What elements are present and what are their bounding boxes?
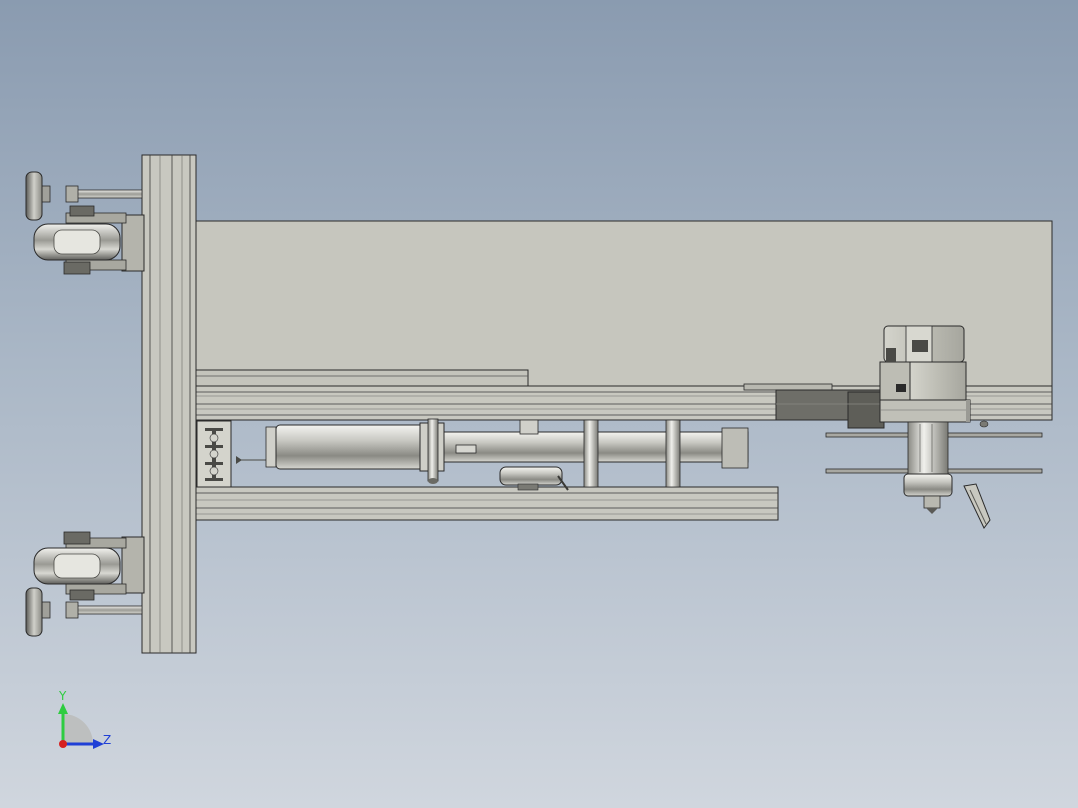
triad-x-axis — [59, 740, 67, 748]
top-caster-wheel[interactable] — [33, 205, 145, 275]
triad-y-arrow — [58, 703, 68, 714]
upper-rail[interactable] — [195, 369, 529, 387]
bottom-caster-wheel[interactable] — [33, 531, 145, 601]
clamp-lever[interactable] — [963, 483, 991, 529]
triad-y-label: Y — [58, 689, 67, 703]
cad-viewport[interactable]: Y Z — [0, 0, 1078, 808]
drum-bolt[interactable] — [236, 456, 268, 464]
cad-model-view[interactable]: Y Z — [0, 0, 1078, 808]
lower-extrusion[interactable] — [195, 486, 779, 521]
support-post-3[interactable] — [519, 419, 539, 435]
drum-roller[interactable] — [265, 418, 445, 484]
extrusion-profile-end[interactable] — [196, 420, 232, 488]
triad-arc — [63, 714, 93, 744]
coordinate-triad: Y Z — [58, 689, 111, 749]
spindle-shaft[interactable] — [903, 421, 953, 514]
vertical-frame-column[interactable] — [141, 154, 197, 654]
support-post-1[interactable] — [583, 419, 599, 488]
triad-z-label: Z — [103, 733, 111, 747]
support-post-2[interactable] — [665, 419, 681, 488]
